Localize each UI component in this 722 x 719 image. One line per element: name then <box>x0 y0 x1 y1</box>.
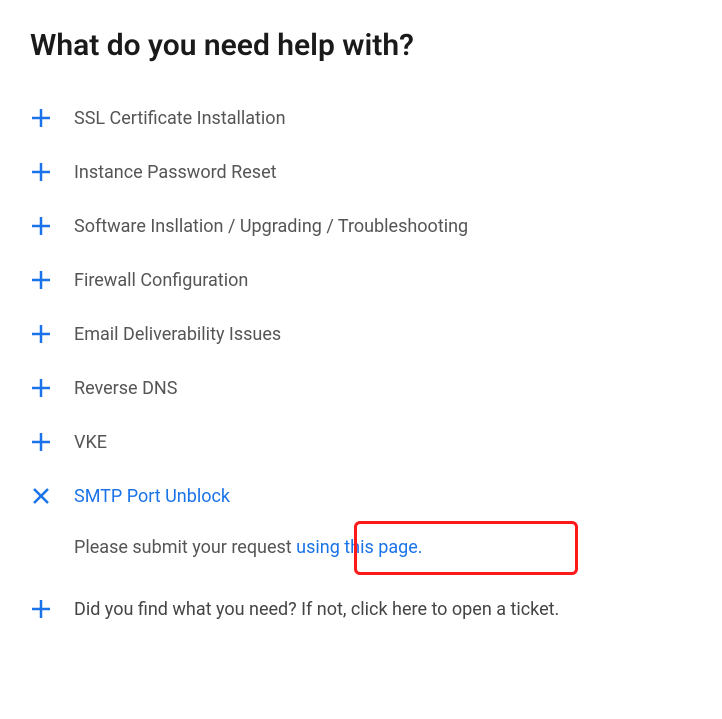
accordion-label: Firewall Configuration <box>74 270 248 291</box>
accordion-item-open-ticket[interactable]: Did you find what you need? If not, clic… <box>30 582 692 636</box>
content-text: Please submit your request <box>74 537 296 558</box>
accordion-label: Reverse DNS <box>74 378 177 399</box>
using-this-page-link[interactable]: using this page. <box>296 537 422 558</box>
accordion-item-vke[interactable]: VKE <box>30 415 692 469</box>
accordion-label: SSL Certificate Installation <box>74 108 286 129</box>
accordion-content-smtp: Please submit your request using this pa… <box>30 523 692 582</box>
plus-icon <box>30 215 52 237</box>
accordion-item-ssl[interactable]: SSL Certificate Installation <box>30 91 692 145</box>
accordion-label: Did you find what you need? If not, clic… <box>74 599 559 620</box>
accordion-item-software[interactable]: Software Insllation / Upgrading / Troubl… <box>30 199 692 253</box>
accordion-item-email[interactable]: Email Deliverability Issues <box>30 307 692 361</box>
accordion-item-reverse-dns[interactable]: Reverse DNS <box>30 361 692 415</box>
plus-icon <box>30 598 52 620</box>
accordion-label: Software Insllation / Upgrading / Troubl… <box>74 216 468 237</box>
accordion-label: SMTP Port Unblock <box>74 486 230 507</box>
accordion-item-firewall[interactable]: Firewall Configuration <box>30 253 692 307</box>
plus-icon <box>30 269 52 291</box>
help-topics-accordion: SSL Certificate Installation Instance Pa… <box>30 91 692 636</box>
plus-icon <box>30 107 52 129</box>
accordion-label: Instance Password Reset <box>74 162 277 183</box>
accordion-label: Email Deliverability Issues <box>74 324 281 345</box>
accordion-item-smtp-unblock[interactable]: SMTP Port Unblock <box>30 469 692 523</box>
accordion-item-password-reset[interactable]: Instance Password Reset <box>30 145 692 199</box>
accordion-label: VKE <box>74 432 107 453</box>
plus-icon <box>30 377 52 399</box>
page-title: What do you need help with? <box>30 28 692 63</box>
plus-icon <box>30 323 52 345</box>
close-icon <box>30 485 52 507</box>
plus-icon <box>30 431 52 453</box>
plus-icon <box>30 161 52 183</box>
